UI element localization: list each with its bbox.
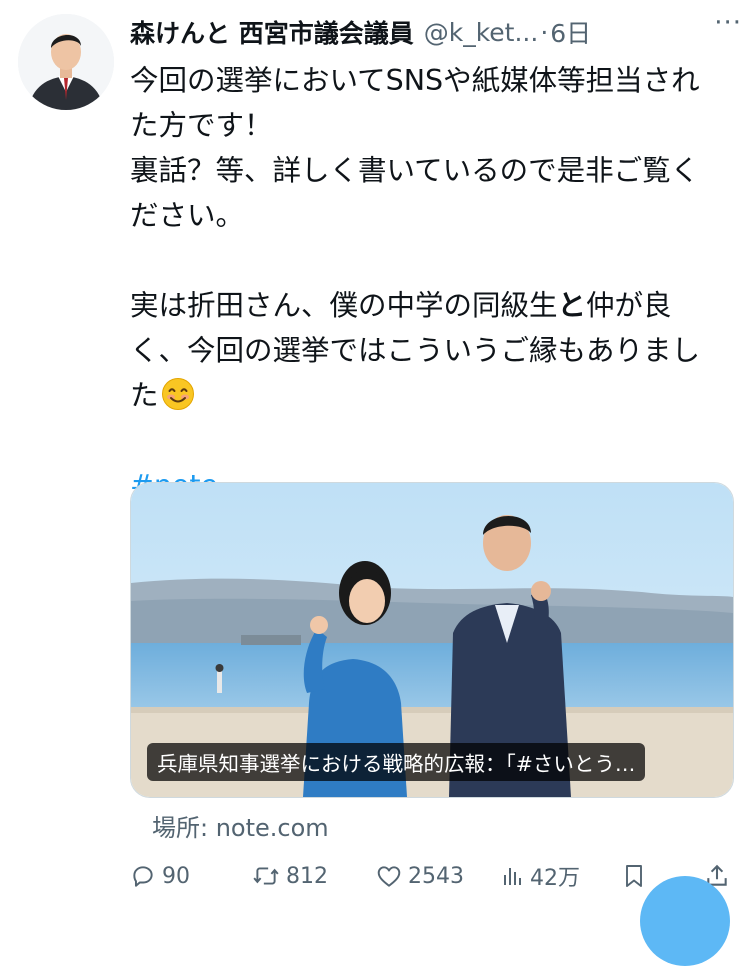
views-bar-chart-icon xyxy=(504,868,521,885)
tweet-bold-text: と xyxy=(557,289,587,322)
tweet-header: 森けんと 西宮市議会議員 @k_ket... · 6日 xyxy=(130,10,740,54)
tweet-line-text: 仲が良 xyxy=(586,289,672,322)
more-options-button[interactable]: ··· xyxy=(714,8,742,38)
view-count: 42万 xyxy=(530,866,580,891)
tweet-line: た xyxy=(130,373,735,418)
retweet-count: 812 xyxy=(286,863,328,889)
heart-icon xyxy=(377,866,401,887)
tweet-line-text: た xyxy=(130,379,159,412)
reply-count: 90 xyxy=(162,863,190,889)
separator-dot: · xyxy=(540,17,549,47)
tweet-line: く、今回の選挙ではこういうご縁もありまし xyxy=(130,334,701,367)
views-button[interactable]: 42万 xyxy=(500,856,580,896)
author-name[interactable]: 森けんと 西宮市議会議員 xyxy=(130,14,414,50)
bookmark-button[interactable] xyxy=(622,856,652,896)
like-button[interactable]: 2543 xyxy=(376,856,464,896)
tweet-line: 実は折田さん、僕の中学の同級生と仲が良 xyxy=(130,283,735,328)
timestamp[interactable]: 6日 xyxy=(550,14,591,50)
avatar-image xyxy=(18,14,114,110)
tweet-line: 今回の選挙においてSNSや紙媒体等担当され xyxy=(130,64,700,97)
tweet-line: 裏話？等、詳しく書いているので是非ご覧く xyxy=(130,154,700,187)
card-caption: 兵庫県知事選挙における戦略的広報：「#さいとう… xyxy=(147,743,646,781)
link-card[interactable]: 兵庫県知事選挙における戦略的広報：「#さいとう… xyxy=(130,482,734,798)
more-icon: ··· xyxy=(714,8,742,38)
avatar[interactable] xyxy=(18,14,114,110)
retweet-icon xyxy=(253,867,279,885)
compose-fab-button[interactable] xyxy=(640,876,730,966)
reply-icon xyxy=(133,866,153,887)
smiling-face-icon xyxy=(161,377,195,411)
like-count: 2543 xyxy=(408,863,464,889)
tweet-line: ださい。 xyxy=(130,199,245,232)
tweet-line-text: 実は折田さん、僕の中学の同級生 xyxy=(130,289,558,322)
tweet-line: た方です！ xyxy=(130,109,273,142)
author-handle[interactable]: @k_ket... xyxy=(424,18,539,47)
card-domain[interactable]: 場所: note.com xyxy=(152,808,329,843)
bookmark-icon xyxy=(626,865,642,887)
retweet-button[interactable]: 812 xyxy=(252,856,328,896)
tweet-action-bar: 90 812 2543 42万 xyxy=(0,856,750,896)
reply-button[interactable]: 90 xyxy=(130,856,190,896)
tweet-text: 今回の選挙においてSNSや紙媒体等担当され た方です！ 裏話？等、詳しく書いてい… xyxy=(130,58,735,508)
